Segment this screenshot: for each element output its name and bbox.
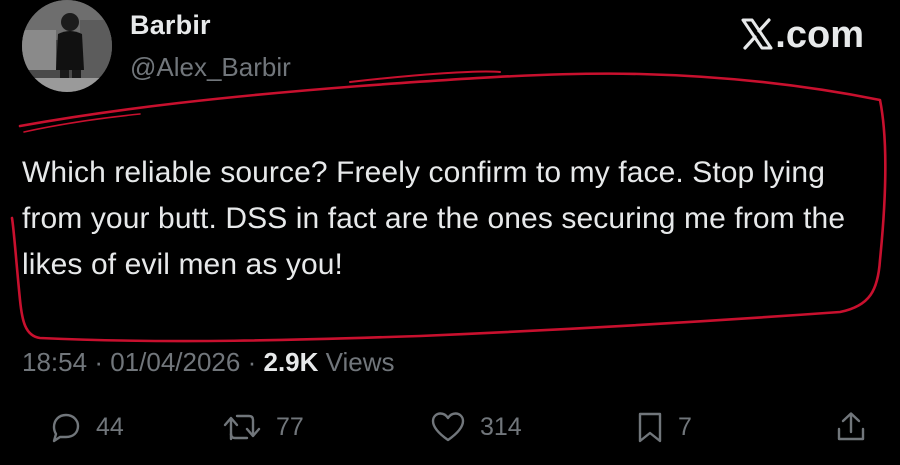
tweet-meta: 18:54 · 01/04/2026 · 2.9K Views (22, 347, 395, 378)
reply-icon (48, 410, 82, 444)
tweet-time[interactable]: 18:54 (22, 347, 87, 377)
author-display-name[interactable]: Barbir (130, 10, 211, 41)
repost-button[interactable]: 77 (222, 410, 304, 444)
brand-watermark: .com (741, 14, 864, 57)
like-button[interactable]: 314 (430, 410, 522, 444)
bookmark-count: 7 (678, 412, 692, 441)
meta-separator: · (247, 347, 257, 377)
reply-button[interactable]: 44 (48, 410, 124, 444)
bookmark-button[interactable]: 7 (636, 410, 692, 444)
avatar[interactable] (22, 0, 112, 92)
reply-count: 44 (96, 412, 124, 441)
views-label: Views (325, 347, 395, 377)
repost-count: 77 (276, 412, 304, 441)
share-button[interactable] (834, 410, 868, 444)
bookmark-icon (636, 410, 664, 444)
heart-icon (430, 410, 466, 444)
share-icon (834, 410, 868, 444)
tweet-text: Which reliable source? Freely confirm to… (22, 156, 846, 281)
tweet-date[interactable]: 01/04/2026 (110, 347, 240, 377)
x-logo-icon (741, 17, 773, 50)
author-handle[interactable]: @Alex_Barbir (130, 52, 291, 83)
meta-separator: · (94, 347, 103, 377)
repost-icon (222, 410, 262, 444)
brand-label: .com (775, 14, 864, 56)
views-count: 2.9K (263, 347, 319, 377)
tweet-actions: 44 77 314 7 (0, 410, 900, 458)
like-count: 314 (480, 412, 522, 441)
